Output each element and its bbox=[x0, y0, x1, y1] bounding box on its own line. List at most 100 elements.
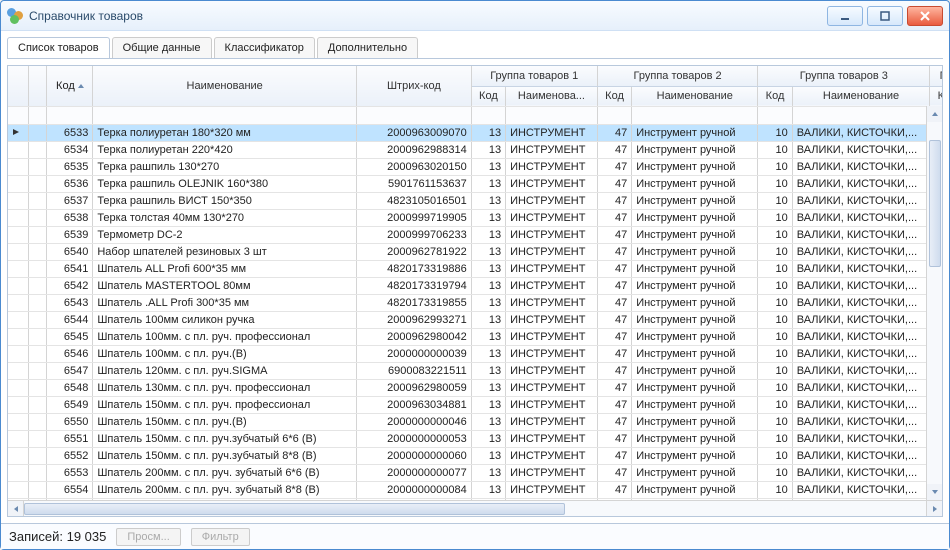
table-row[interactable]: 6554Шпатель 200мм. с пл. руч. зубчатый 8… bbox=[8, 481, 942, 498]
tab-strip: Список товаровОбщие данныеКлассификаторД… bbox=[1, 31, 949, 58]
cell-g2-name: Инструмент ручной bbox=[632, 141, 758, 158]
col-header-g3-code[interactable]: Код bbox=[758, 86, 792, 106]
cell-g2-code: 47 bbox=[597, 328, 631, 345]
table-row[interactable]: 6544Шпатель 100мм силикон ручка200096299… bbox=[8, 311, 942, 328]
table-row[interactable]: 6545Шпатель 100мм. с пл. руч. профессион… bbox=[8, 328, 942, 345]
table-row[interactable]: 6537Терка рашпиль ВИСТ 150*3504823105016… bbox=[8, 192, 942, 209]
table-row[interactable]: 6538Терка толстая 40мм 130*2702000999719… bbox=[8, 209, 942, 226]
table-row[interactable]: 6534Терка полиуретан 220*420200096298831… bbox=[8, 141, 942, 158]
maximize-button[interactable] bbox=[867, 6, 903, 26]
cell-g1-code: 13 bbox=[471, 175, 505, 192]
col-header-name[interactable]: Наименование bbox=[93, 66, 357, 106]
table-row[interactable]: 6548Шпатель 130мм. с пл. руч. профессион… bbox=[8, 379, 942, 396]
cell-g3-name: ВАЛИКИ, КИСТОЧКИ,... bbox=[792, 447, 930, 464]
tab-0[interactable]: Список товаров bbox=[7, 37, 110, 58]
table-row[interactable]: 6553Шпатель 200мм. с пл. руч. зубчатый 6… bbox=[8, 464, 942, 481]
titlebar[interactable]: Справочник товаров bbox=[1, 1, 949, 31]
table-row[interactable]: 6550Шпатель 150мм. с пл. руч.(В)20000000… bbox=[8, 413, 942, 430]
horizontal-scrollbar[interactable] bbox=[8, 500, 942, 516]
cell-g2-name: Инструмент ручной bbox=[632, 260, 758, 277]
col-header-g2-code[interactable]: Код bbox=[597, 86, 631, 106]
tab-3[interactable]: Дополнительно bbox=[317, 37, 418, 58]
cell-g3-name: ВАЛИКИ, КИСТОЧКИ,... bbox=[792, 175, 930, 192]
cell-g3-name: ВАЛИКИ, КИСТОЧКИ,... bbox=[792, 226, 930, 243]
window: Справочник товаров Список товаровОбщие д… bbox=[0, 0, 950, 550]
cell-barcode: 2000000000053 bbox=[357, 430, 472, 447]
col-header-g4-code[interactable]: Код bbox=[930, 86, 942, 106]
tab-1[interactable]: Общие данные bbox=[112, 37, 212, 58]
cell-g2-name: Инструмент ручной bbox=[632, 277, 758, 294]
vertical-scrollbar[interactable] bbox=[926, 106, 942, 500]
cell-blank bbox=[29, 209, 47, 226]
scroll-track[interactable] bbox=[927, 122, 942, 484]
cell-barcode: 2000963034881 bbox=[357, 396, 472, 413]
scroll-down-button[interactable] bbox=[927, 484, 942, 500]
table-row[interactable]: 6539Термометр DC-2200099970623313ИНСТРУМ… bbox=[8, 226, 942, 243]
col-header-barcode[interactable]: Штрих-код bbox=[357, 66, 472, 106]
row-indicator bbox=[8, 430, 29, 447]
minimize-button[interactable] bbox=[827, 6, 863, 26]
cell-g2-name: Инструмент ручной bbox=[632, 124, 758, 141]
filter-button[interactable]: Фильтр bbox=[191, 528, 250, 546]
col-header-g3-name[interactable]: Наименование bbox=[792, 86, 930, 106]
cell-name: Шпатель ALL Profi 600*35 мм bbox=[93, 260, 357, 277]
cell-barcode: 5901761153637 bbox=[357, 175, 472, 192]
close-button[interactable] bbox=[907, 6, 943, 26]
scroll-track-h[interactable] bbox=[24, 501, 926, 516]
col-header-g2-name[interactable]: Наименование bbox=[632, 86, 758, 106]
table-row[interactable]: 6540Набор шпателей резиновых 3 шт2000962… bbox=[8, 243, 942, 260]
grid-table: Код Наименование Штрих-код Группа товаро… bbox=[8, 66, 942, 500]
row-indicator bbox=[8, 362, 29, 379]
table-row[interactable]: 6549Шпатель 150мм. с пл. руч. профессион… bbox=[8, 396, 942, 413]
col-header-group3[interactable]: Группа товаров 3 bbox=[758, 66, 930, 86]
cell-g3-code: 10 bbox=[758, 311, 792, 328]
filter-row[interactable] bbox=[8, 106, 942, 124]
col-header-code[interactable]: Код bbox=[47, 66, 93, 106]
col-header-group1[interactable]: Группа товаров 1 bbox=[471, 66, 597, 86]
table-row[interactable]: 6542Шпатель MASTERTOOL 80мм4820173319794… bbox=[8, 277, 942, 294]
col-header-g1-code[interactable]: Код bbox=[471, 86, 505, 106]
cell-g1-code: 13 bbox=[471, 311, 505, 328]
cell-g3-code: 10 bbox=[758, 345, 792, 362]
table-row[interactable]: 6546Шпатель 100мм. с пл. руч.(В)20000000… bbox=[8, 345, 942, 362]
table-row[interactable]: 6536Терка рашпиль OLEJNIK 160*3805901761… bbox=[8, 175, 942, 192]
cell-g1-code: 13 bbox=[471, 345, 505, 362]
cell-g1-code: 13 bbox=[471, 124, 505, 141]
cell-g1-code: 13 bbox=[471, 430, 505, 447]
cell-g2-code: 47 bbox=[597, 311, 631, 328]
grid-scroll[interactable]: Код Наименование Штрих-код Группа товаро… bbox=[8, 66, 942, 500]
cell-g1-code: 13 bbox=[471, 294, 505, 311]
cell-code: 6552 bbox=[47, 447, 93, 464]
view-button[interactable]: Просм... bbox=[116, 528, 180, 546]
cell-code: 6548 bbox=[47, 379, 93, 396]
tab-2[interactable]: Классификатор bbox=[214, 37, 315, 58]
cell-g2-code: 47 bbox=[597, 379, 631, 396]
table-row[interactable]: 6547Шпатель 120мм. с пл. руч.SIGMA690008… bbox=[8, 362, 942, 379]
cell-g1-name: ИНСТРУМЕНТ bbox=[506, 277, 598, 294]
col-header-marker[interactable] bbox=[29, 66, 47, 106]
table-row[interactable]: 6533Терка полиуретан 180*320 мм200096300… bbox=[8, 124, 942, 141]
col-header-g1-name[interactable]: Наименова... bbox=[506, 86, 598, 106]
cell-code: 6537 bbox=[47, 192, 93, 209]
col-header-group2[interactable]: Группа товаров 2 bbox=[597, 66, 758, 86]
table-row[interactable]: 6543Шпатель .ALL Profi 300*35 мм48201733… bbox=[8, 294, 942, 311]
cell-name: Терка рашпиль OLEJNIK 160*380 bbox=[93, 175, 357, 192]
scroll-right-button[interactable] bbox=[926, 501, 942, 516]
row-indicator bbox=[8, 311, 29, 328]
col-header-group4[interactable]: Группа товаров 4 bbox=[930, 66, 942, 86]
scroll-up-button[interactable] bbox=[927, 106, 942, 122]
scroll-left-button[interactable] bbox=[8, 501, 24, 516]
cell-code: 6549 bbox=[47, 396, 93, 413]
col-header-handle[interactable] bbox=[8, 66, 29, 106]
cell-g2-code: 47 bbox=[597, 158, 631, 175]
table-row[interactable]: 6551Шпатель 150мм. с пл. руч.зубчатый 6*… bbox=[8, 430, 942, 447]
table-row[interactable]: 6535Терка рашпиль 130*270200096302015013… bbox=[8, 158, 942, 175]
cell-g3-code: 10 bbox=[758, 413, 792, 430]
scroll-thumb[interactable] bbox=[929, 140, 941, 267]
table-row[interactable]: 6552Шпатель 150мм. с пл. руч.зубчатый 8*… bbox=[8, 447, 942, 464]
cell-name: Шпатель 150мм. с пл. руч.зубчатый 6*6 (В… bbox=[93, 430, 357, 447]
cell-g1-name: ИНСТРУМЕНТ bbox=[506, 141, 598, 158]
scroll-thumb-h[interactable] bbox=[24, 503, 565, 515]
table-row[interactable]: 6541Шпатель ALL Profi 600*35 мм482017331… bbox=[8, 260, 942, 277]
cell-blank bbox=[29, 192, 47, 209]
